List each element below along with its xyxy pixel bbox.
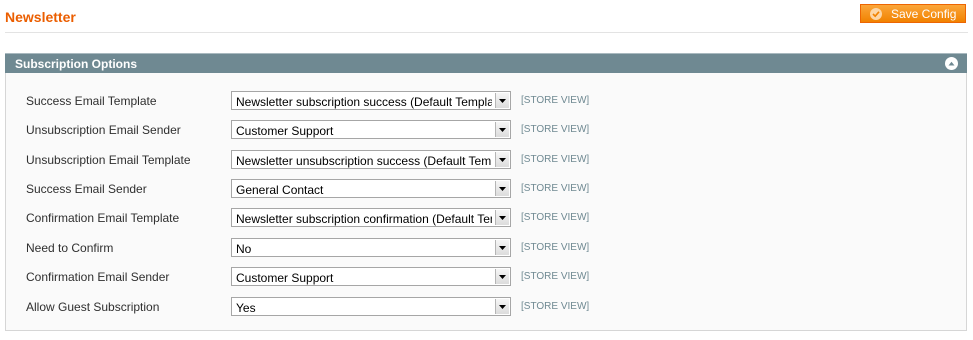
success-email-template-select[interactable]: Newsletter subscription success (Default…	[231, 91, 511, 110]
select-value: No	[236, 242, 252, 256]
chevron-down-icon	[495, 152, 509, 167]
confirmation-email-sender-select[interactable]: Customer Support	[231, 267, 511, 286]
subscription-options-fieldset: Subscription Options Success Email Templ…	[5, 53, 967, 331]
scope-label: [STORE VIEW]	[521, 301, 590, 312]
field-row-confirmation-email-template: Confirmation Email Template Newsletter s…	[6, 208, 968, 228]
header-divider	[5, 32, 968, 33]
select-value: Newsletter subscription success (Default…	[236, 95, 492, 109]
field-label: Confirmation Email Sender	[26, 270, 170, 284]
need-to-confirm-select[interactable]: No	[231, 238, 511, 257]
field-row-unsubscription-email-template: Unsubscription Email Template Newsletter…	[6, 150, 968, 170]
chevron-down-icon	[495, 93, 509, 108]
chevron-down-icon	[495, 122, 509, 137]
field-label: Unsubscription Email Template	[26, 153, 191, 167]
select-value: Customer Support	[236, 271, 334, 285]
allow-guest-subscription-select[interactable]: Yes	[231, 297, 511, 316]
select-value: General Contact	[236, 183, 324, 197]
chevron-down-icon	[495, 181, 509, 196]
field-label: Success Email Template	[26, 94, 157, 108]
scope-label: [STORE VIEW]	[521, 95, 590, 106]
scope-label: [STORE VIEW]	[521, 124, 590, 135]
field-row-success-email-template: Success Email Template Newsletter subscr…	[6, 91, 968, 111]
select-value: Yes	[236, 301, 256, 315]
field-row-need-to-confirm: Need to Confirm No [STORE VIEW]	[6, 238, 968, 258]
select-value: Newsletter subscription confirmation (De…	[236, 212, 492, 226]
chevron-down-icon	[495, 269, 509, 284]
field-label: Success Email Sender	[26, 182, 147, 196]
checkmark-circle-icon	[870, 7, 882, 20]
field-row-unsubscription-email-sender: Unsubscription Email Sender Customer Sup…	[6, 120, 968, 140]
field-row-confirmation-email-sender: Confirmation Email Sender Customer Suppo…	[6, 267, 968, 287]
field-row-allow-guest-subscription: Allow Guest Subscription Yes [STORE VIEW…	[6, 297, 968, 317]
success-email-sender-select[interactable]: General Contact	[231, 179, 511, 198]
field-label: Allow Guest Subscription	[26, 300, 160, 314]
field-label: Unsubscription Email Sender	[26, 123, 181, 137]
field-label: Confirmation Email Template	[26, 211, 180, 225]
page-title: Newsletter	[5, 9, 76, 25]
section-header[interactable]: Subscription Options	[5, 53, 967, 73]
save-config-button[interactable]: Save Config	[860, 4, 966, 23]
select-value: Customer Support	[236, 124, 334, 138]
unsubscription-email-sender-select[interactable]: Customer Support	[231, 120, 511, 139]
confirmation-email-template-select[interactable]: Newsletter subscription confirmation (De…	[231, 208, 511, 227]
field-label: Need to Confirm	[26, 241, 114, 255]
save-config-label: Save Config	[891, 6, 957, 21]
select-value: Newsletter unsubscription success (Defau…	[236, 154, 492, 168]
section-title: Subscription Options	[15, 57, 137, 71]
field-row-success-email-sender: Success Email Sender General Contact [ST…	[6, 179, 968, 199]
chevron-down-icon	[495, 240, 509, 255]
scope-label: [STORE VIEW]	[521, 271, 590, 282]
chevron-down-icon	[495, 299, 509, 314]
scope-label: [STORE VIEW]	[521, 154, 590, 165]
collapse-up-icon[interactable]	[945, 57, 958, 70]
scope-label: [STORE VIEW]	[521, 183, 590, 194]
chevron-down-icon	[495, 210, 509, 225]
scope-label: [STORE VIEW]	[521, 242, 590, 253]
scope-label: [STORE VIEW]	[521, 212, 590, 223]
unsubscription-email-template-select[interactable]: Newsletter unsubscription success (Defau…	[231, 150, 511, 169]
